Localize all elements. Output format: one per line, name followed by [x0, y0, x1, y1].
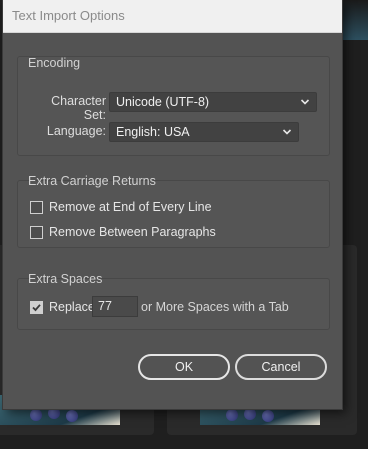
- replace-spaces-option[interactable]: Replace: [30, 298, 95, 316]
- checkmark-icon: [32, 303, 41, 311]
- carriage-returns-group-label: Extra Carriage Returns: [28, 174, 156, 188]
- background-thumbnail-top: [342, 0, 368, 40]
- replace-spaces-checkbox[interactable]: [30, 300, 43, 314]
- remove-between-paragraphs-checkbox[interactable]: [30, 225, 43, 239]
- encoding-group-label: Encoding: [28, 56, 81, 70]
- ok-button[interactable]: OK: [138, 354, 230, 380]
- cancel-button[interactable]: Cancel: [235, 354, 327, 380]
- spaces-count-value: 77: [98, 299, 112, 313]
- character-set-value: Unicode (UTF-8): [116, 95, 210, 109]
- extra-spaces-group: Extra Spaces Replace 77 or More Spaces w…: [17, 272, 330, 330]
- text-import-options-dialog: Text Import Options Encoding Character S…: [3, 0, 342, 409]
- character-set-label: Character Set:: [51, 94, 106, 122]
- character-set-select[interactable]: Unicode (UTF-8): [109, 92, 317, 112]
- language-select[interactable]: English: USA: [109, 122, 299, 142]
- language-value: English: USA: [116, 125, 190, 139]
- language-label: Language:: [46, 124, 106, 138]
- extra-spaces-group-label: Extra Spaces: [28, 272, 103, 286]
- replace-label: Replace: [49, 300, 95, 314]
- spaces-count-input[interactable]: 77: [92, 296, 138, 317]
- dialog-title: Text Import Options: [12, 8, 125, 23]
- spaces-suffix-label: or More Spaces with a Tab: [141, 300, 289, 314]
- remove-end-of-line-label: Remove at End of Every Line: [49, 200, 212, 214]
- remove-end-of-line-option[interactable]: Remove at End of Every Line: [30, 198, 212, 216]
- encoding-group: Encoding Character Set: Unicode (UTF-8) …: [17, 56, 330, 156]
- remove-end-of-line-checkbox[interactable]: [30, 200, 43, 214]
- carriage-returns-group: Extra Carriage Returns Remove at End of …: [17, 174, 330, 248]
- dialog-titlebar[interactable]: Text Import Options: [3, 0, 342, 33]
- remove-between-paragraphs-option[interactable]: Remove Between Paragraphs: [30, 223, 216, 241]
- chevron-down-icon: [300, 99, 310, 105]
- remove-between-paragraphs-label: Remove Between Paragraphs: [49, 225, 216, 239]
- chevron-down-icon: [282, 129, 292, 135]
